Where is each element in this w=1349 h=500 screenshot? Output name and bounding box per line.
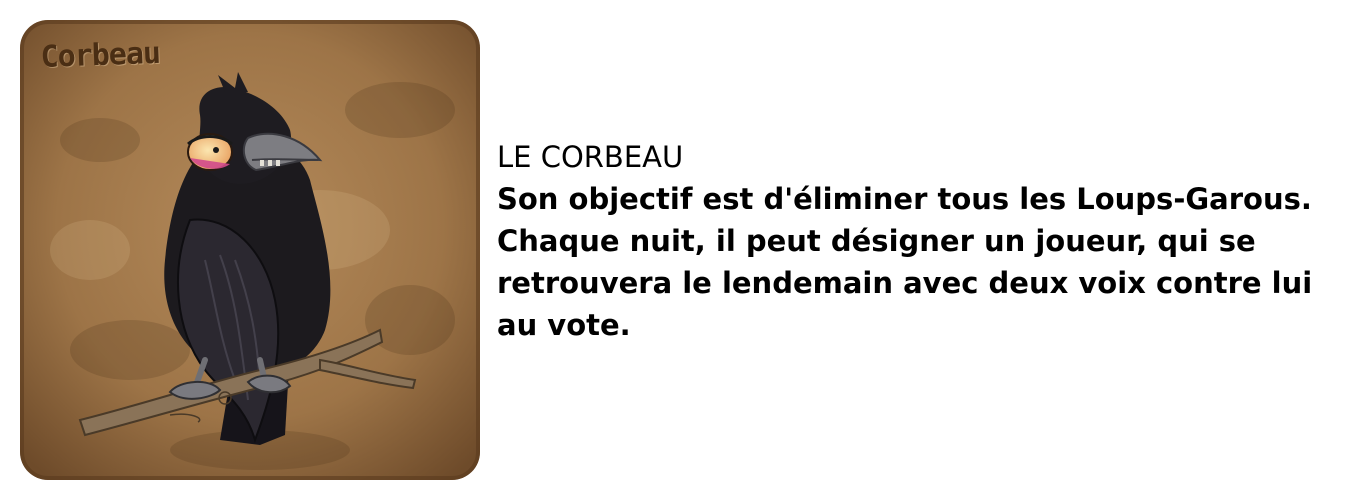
raven-illustration [20,20,480,480]
role-description: LE CORBEAU Son objectif est d'éliminer t… [497,136,1317,346]
role-heading: LE CORBEAU [497,140,684,174]
role-card: Corbeau [20,20,480,480]
card-title: Corbeau [40,35,161,75]
role-text: Son objectif est d'éliminer tous les Lou… [497,182,1313,342]
